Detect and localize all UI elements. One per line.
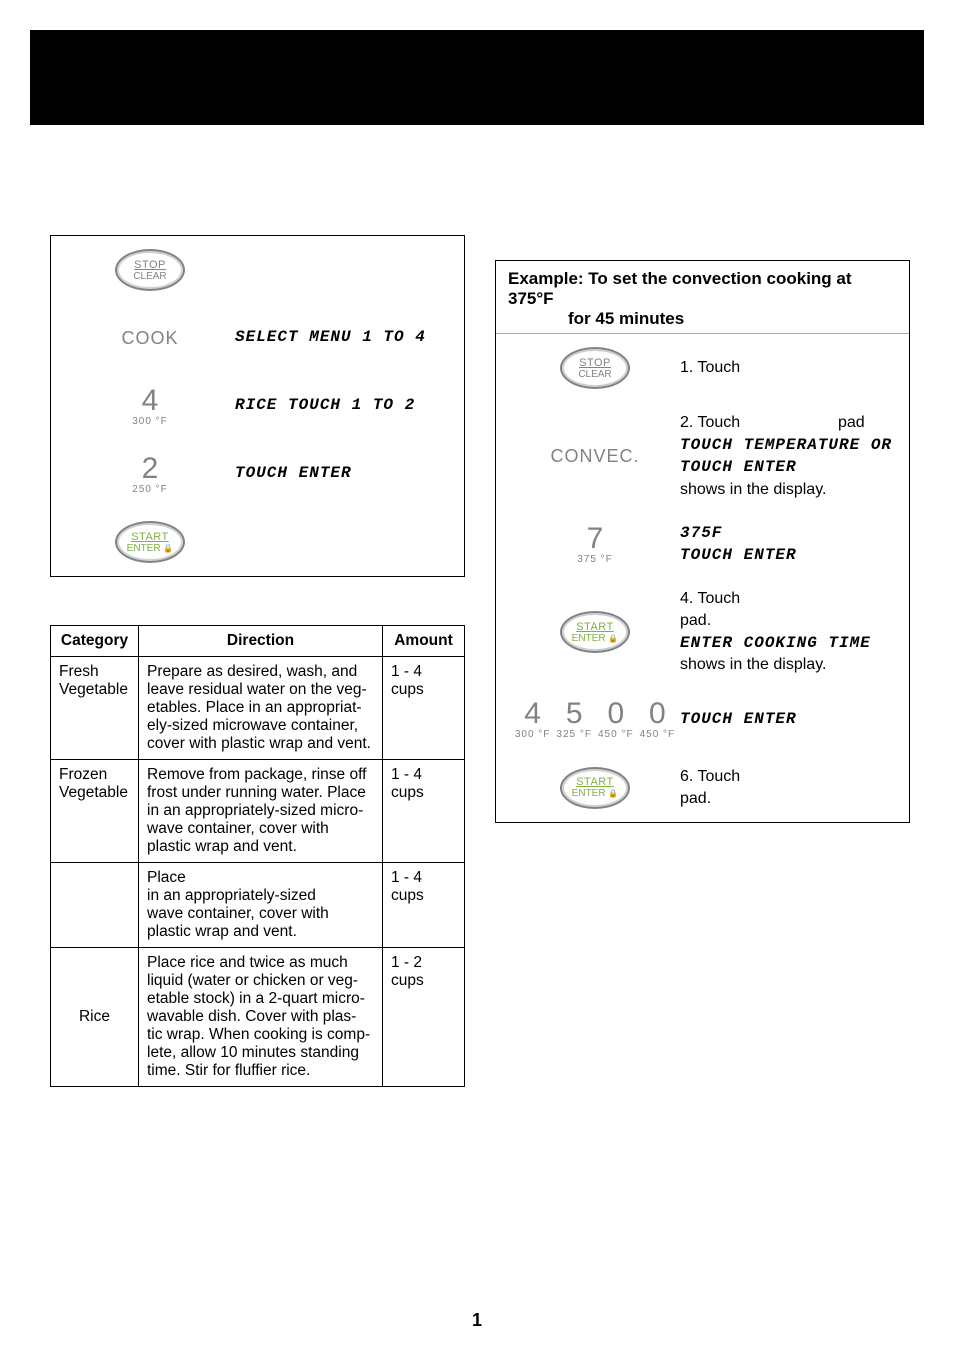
page-number: 1: [0, 1310, 954, 1331]
step-text: 2. Touch pad TOUCH TEMPERATURE OR TOUCH …: [680, 412, 895, 500]
right-example-box: Example: To set the convection cooking a…: [495, 260, 910, 823]
right-column: Example: To set the convection cooking a…: [495, 260, 910, 823]
th-direction: Direction: [139, 626, 383, 657]
header-black-band: [30, 30, 924, 125]
stop-clear-pad-icon: STOP CLEAR: [560, 347, 630, 389]
start-enter-pad-icon: START ENTER 🔒: [115, 521, 185, 563]
display-text: TOUCH ENTER: [235, 463, 450, 485]
number-7-pad-icon: 7 375 °F: [577, 524, 613, 565]
table-row: Rice Place rice and twice as much liquid…: [51, 948, 465, 1087]
right-step-3: 7 375 °F 375F TOUCH ENTER: [496, 510, 909, 578]
left-step-2: COOK SELECT MENU 1 TO 4: [51, 304, 464, 372]
display-text: SELECT MENU 1 TO 4: [235, 327, 450, 349]
convec-pad-icon: CONVEC.: [550, 446, 639, 467]
stop-clear-pad-icon: STOP CLEAR: [115, 249, 185, 291]
th-amount: Amount: [383, 626, 465, 657]
step-text: 375F TOUCH ENTER: [680, 522, 895, 567]
cook-pad-icon: COOK: [121, 328, 178, 349]
right-step-1: STOP CLEAR 1. Touch: [496, 334, 909, 402]
number-2-pad-icon: 2 250 °F: [132, 454, 168, 495]
example-header: Example: To set the convection cooking a…: [496, 261, 909, 334]
display-text: RICE TOUCH 1 TO 2: [235, 395, 450, 417]
start-enter-pad-icon: START ENTER 🔒: [560, 767, 630, 809]
left-step-3: 4 300 °F RICE TOUCH 1 TO 2: [51, 372, 464, 440]
cooking-guide-table: Category Direction Amount Fresh Vegetabl…: [50, 625, 465, 1087]
right-step-2: CONVEC. 2. Touch pad TOUCH TEMPERATURE O…: [496, 402, 909, 510]
left-column: STOP CLEAR COOK SELECT MENU 1 TO 4 4 300…: [50, 235, 465, 1087]
th-category: Category: [51, 626, 139, 657]
pad-label: CLEAR: [133, 271, 166, 282]
start-enter-pad-icon: START ENTER 🔒: [560, 611, 630, 653]
step-text: 6. Touch pad.: [680, 766, 895, 809]
left-example-box: STOP CLEAR COOK SELECT MENU 1 TO 4 4 300…: [50, 235, 465, 577]
right-step-4: START ENTER 🔒 4. Touch pad. ENTER COOKIN…: [496, 578, 909, 685]
left-step-5: START ENTER 🔒: [51, 508, 464, 576]
left-step-1: STOP CLEAR: [51, 236, 464, 304]
right-step-6: START ENTER 🔒 6. Touch pad.: [496, 754, 909, 822]
display-text: TOUCH ENTER: [680, 709, 895, 731]
step-text: 1. Touch: [680, 357, 895, 379]
table-row: Frozen Vegetable Remove from package, ri…: [51, 760, 465, 863]
left-step-4: 2 250 °F TOUCH ENTER: [51, 440, 464, 508]
pad-label: STOP: [134, 259, 166, 271]
table-row: Place in an appropriately-sized wave con…: [51, 863, 465, 948]
number-4-pad-icon: 4 300 °F: [132, 386, 168, 427]
step-text: 4. Touch pad. ENTER COOKING TIME shows i…: [680, 588, 895, 675]
table-row: Fresh Vegetable Prepare as desired, wash…: [51, 657, 465, 760]
right-step-5: 4300 °F 5325 °F 0450 °F 0450 °F TOUCH EN…: [496, 686, 909, 754]
number-sequence-4500: 4300 °F 5325 °F 0450 °F 0450 °F: [515, 699, 675, 740]
